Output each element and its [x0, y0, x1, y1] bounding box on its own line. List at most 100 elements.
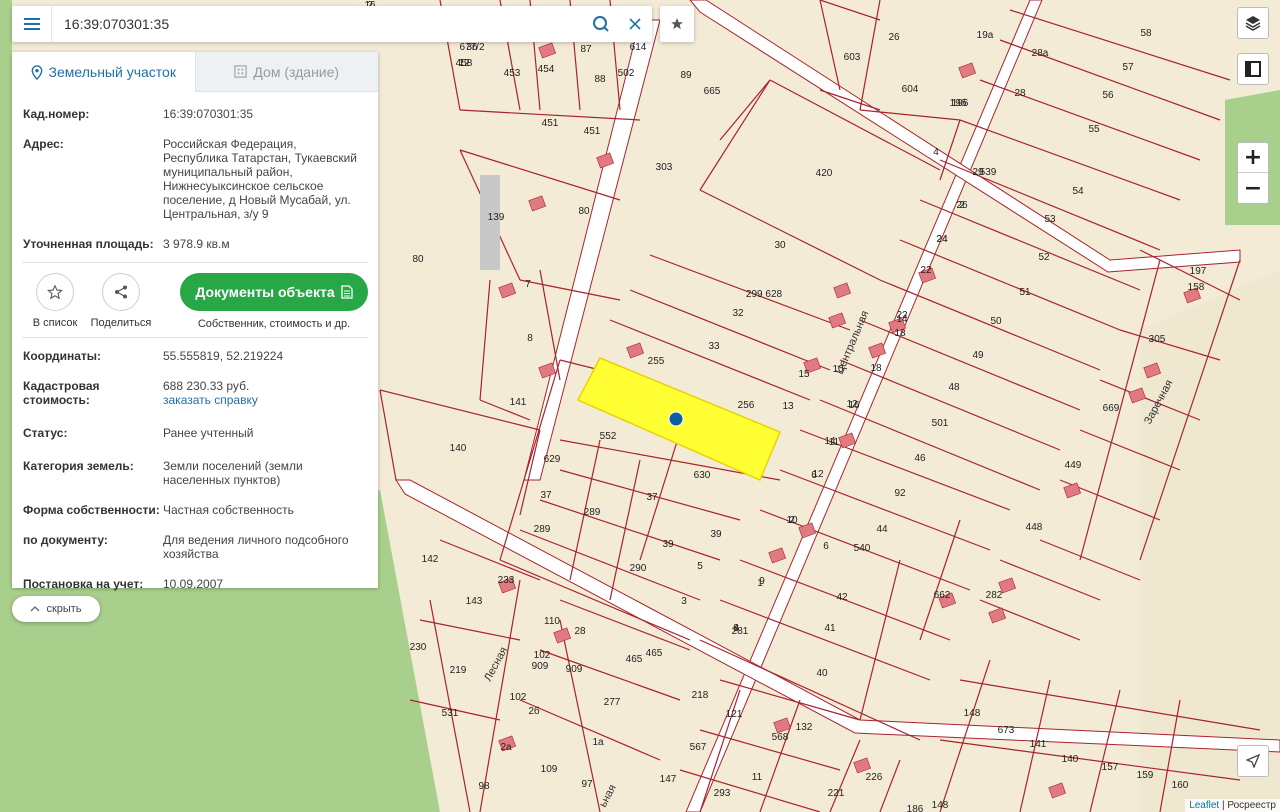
parcel-number: 28: [574, 626, 586, 637]
favorite-button[interactable]: [660, 6, 694, 42]
info-row-ownership: Форма собственности: Частная собственнос…: [23, 494, 378, 524]
parcel-number: 50: [990, 316, 1002, 327]
ownership-value: Частная собственность: [163, 503, 294, 517]
add-to-list-button[interactable]: [36, 273, 74, 311]
cadnum-link[interactable]: 16:39:070301:35: [163, 107, 363, 121]
parcel-number: 148: [932, 800, 949, 811]
hamburger-icon: [23, 18, 40, 30]
parcel-number: 110: [544, 616, 560, 627]
parcel-number: 109: [541, 764, 558, 775]
building-footprint: [958, 62, 977, 79]
divider: [22, 337, 368, 338]
status-value: Ранее учтенный: [163, 426, 254, 440]
parcel-number: 10: [786, 515, 798, 526]
info-key: Категория земель:: [23, 459, 134, 473]
add-to-list-action[interactable]: В список: [22, 273, 88, 329]
parcel-number: 454: [538, 64, 555, 75]
parcel-number: 89: [680, 70, 692, 81]
parcel-number: 18: [894, 328, 906, 339]
parcel-number: 8: [733, 623, 739, 634]
zoom-in-button[interactable]: +: [1238, 143, 1268, 173]
parcel-number: 465: [646, 648, 663, 659]
object-documents-button[interactable]: Документы объекта: [180, 273, 368, 311]
hide-panel-button[interactable]: скрыть: [12, 596, 100, 622]
parcel-number: 629: [544, 454, 561, 465]
locate-button[interactable]: [1237, 745, 1269, 777]
building-footprint: [828, 312, 847, 329]
parcel-number: 531: [442, 708, 459, 719]
clear-button[interactable]: [618, 6, 652, 42]
parcel-number: 42: [836, 592, 848, 603]
parcel-number: 132: [796, 722, 813, 733]
tab-building[interactable]: Дом (здание): [194, 52, 378, 92]
parcel-number: 18: [870, 363, 882, 374]
parcel-number: 28: [1014, 88, 1026, 99]
parcel-number: 502: [618, 68, 635, 79]
tab-land-plot-label: Земельный участок: [48, 64, 176, 80]
parcel-number: 568: [772, 732, 789, 743]
measure-button[interactable]: [1237, 53, 1269, 85]
parcel-number: 451: [542, 118, 559, 129]
parcel-number: 12: [458, 58, 470, 69]
parcel-number: 5: [697, 561, 703, 572]
parcel-number: 39: [662, 539, 674, 550]
building-footprint: [528, 195, 547, 212]
layers-button[interactable]: [1237, 7, 1269, 39]
zoom-out-button[interactable]: −: [1238, 173, 1268, 203]
parcel-number: 32: [732, 308, 744, 319]
parcel-number: 305: [1149, 334, 1166, 345]
share-action[interactable]: Поделиться: [88, 273, 154, 329]
parcel-number: 141: [1030, 739, 1047, 750]
ruler-icon: [1245, 61, 1261, 77]
document-icon: [340, 285, 353, 299]
info-key: Уточненная площадь:: [23, 237, 154, 251]
address-value: Российская Федерация, Республика Татарст…: [163, 137, 357, 221]
parcel-number: 451: [584, 126, 601, 137]
chevron-up-icon: [30, 606, 40, 612]
search-button[interactable]: [584, 6, 618, 42]
parcel-number: 22: [920, 265, 932, 276]
star-outline-icon: [47, 284, 63, 300]
divider: [22, 262, 368, 263]
building-footprint: [1063, 482, 1082, 499]
parcel-number: 604: [902, 84, 919, 95]
menu-button[interactable]: [12, 6, 52, 42]
star-icon: [671, 18, 683, 30]
info-key: по документу:: [23, 533, 108, 547]
parcel-number: 53: [1044, 214, 1056, 225]
search-input[interactable]: [52, 7, 584, 41]
parcel-number: 52: [1038, 252, 1050, 263]
parcel-number: 102: [534, 650, 551, 661]
documents-subtitle: Собственник, стоимость и др.: [197, 318, 351, 330]
close-icon: [629, 18, 641, 30]
parcel-number: 673: [998, 725, 1015, 736]
parcel-number: 58: [1140, 28, 1152, 39]
tab-land-plot[interactable]: Земельный участок: [12, 52, 195, 92]
parcel-number: 80: [412, 254, 424, 265]
share-button[interactable]: [102, 273, 140, 311]
parcel-number: 669: [1103, 403, 1120, 414]
parcel-number: 603: [844, 52, 861, 63]
parcel-number: 255: [648, 356, 665, 367]
parcel-number: 51: [1019, 287, 1031, 298]
parcel-number: 420: [816, 168, 833, 179]
parcel-number: 677/2: [459, 42, 484, 53]
leaflet-link[interactable]: Leaflet: [1189, 800, 1219, 811]
zoom-control: + −: [1237, 142, 1269, 204]
info-row-bydoc: по документу: Для ведения личного подсоб…: [23, 524, 378, 568]
buildings: [480, 42, 1202, 799]
parcel-number: 158: [1188, 282, 1205, 293]
parcel-number: 218: [692, 690, 709, 701]
selected-parcel-marker[interactable]: [668, 411, 684, 427]
info-key: Кадастровая стоимость:: [23, 379, 100, 407]
parcel-number: 147: [660, 774, 677, 785]
order-certificate-link[interactable]: заказать справку: [163, 393, 363, 407]
info-key: Статус:: [23, 426, 68, 440]
parcel-number: 30: [774, 240, 786, 251]
parcel-number: 6: [823, 541, 829, 552]
building-footprint: [498, 282, 517, 299]
parcel-number: 226: [866, 772, 883, 783]
cost-value: 688 230.33 руб.: [163, 379, 250, 393]
parcel-number: 28а: [1032, 48, 1049, 59]
building-footprint: [768, 547, 787, 564]
